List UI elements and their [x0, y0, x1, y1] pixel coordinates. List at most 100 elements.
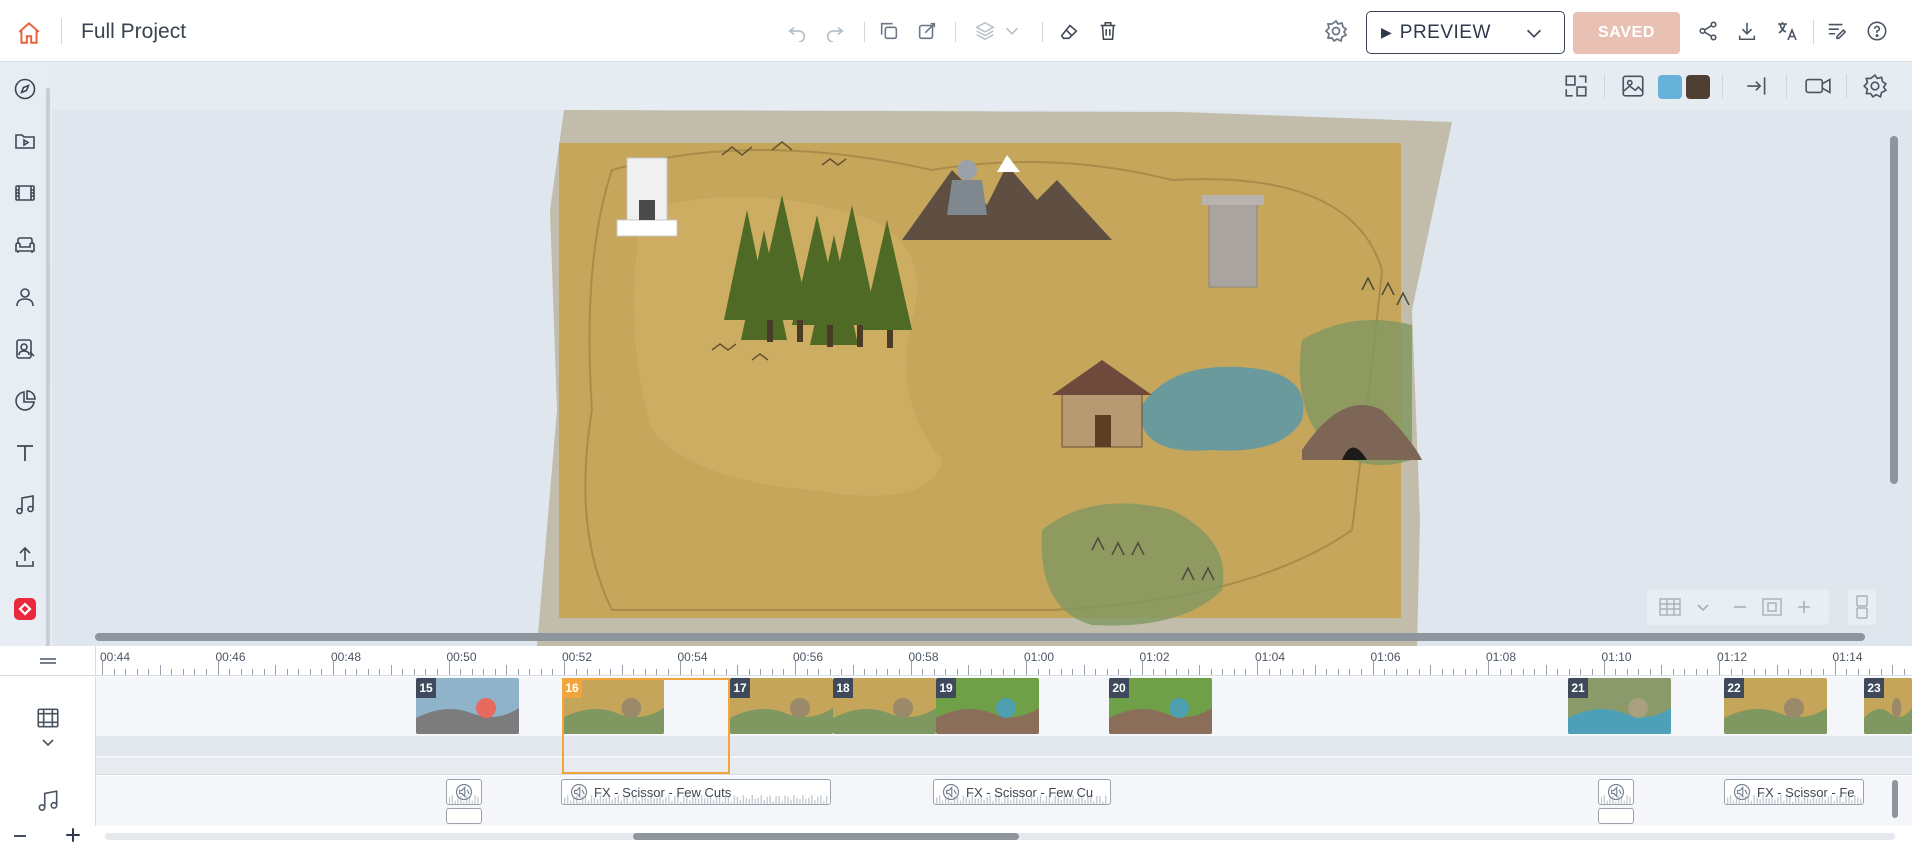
fit-screen-icon[interactable] — [1762, 598, 1782, 616]
timeline-handle[interactable] — [0, 646, 96, 676]
chevron-down-icon[interactable] — [1695, 599, 1711, 615]
ruler-tick — [1603, 661, 1605, 675]
ruler-tick — [1846, 669, 1848, 675]
mute-speaker-icon[interactable] — [570, 783, 588, 801]
canvas-settings-icon[interactable] — [1862, 73, 1888, 99]
upload-icon[interactable] — [10, 542, 40, 572]
ruler-tick — [621, 665, 623, 675]
camera-icon[interactable] — [1804, 73, 1832, 99]
ruler-tick — [795, 661, 796, 675]
mute-speaker-icon[interactable] — [455, 783, 473, 801]
ruler-tick — [737, 665, 739, 675]
settings-gear-icon[interactable] — [1324, 16, 1348, 46]
text-icon[interactable] — [10, 438, 40, 468]
zoom-out-timeline-icon[interactable] — [12, 828, 28, 844]
ruler-tick — [991, 669, 993, 675]
zoom-in-icon[interactable] — [1796, 599, 1812, 615]
video-clip[interactable]: 18 — [833, 678, 936, 734]
redo-icon[interactable] — [824, 16, 846, 46]
audio-clip[interactable]: FX - Scissor - Few Cu — [933, 779, 1111, 805]
saved-button[interactable]: SAVED — [1573, 12, 1680, 54]
zoom-out-icon[interactable] — [1732, 599, 1748, 615]
ruler-tick — [1141, 661, 1143, 675]
image-icon[interactable] — [1620, 73, 1646, 99]
audio-clip[interactable] — [1598, 779, 1634, 805]
ruler-tick — [1672, 669, 1674, 675]
grid-icon[interactable] — [1659, 598, 1681, 616]
primary-color-swatch[interactable] — [1658, 75, 1682, 99]
chevron-down-icon[interactable] — [1003, 16, 1021, 46]
brand-app-icon[interactable] — [10, 594, 40, 624]
ruler-tick — [1488, 661, 1489, 675]
ruler-time-label: 01:00 — [1024, 650, 1055, 664]
mute-speaker-icon[interactable] — [1733, 783, 1751, 801]
ruler-time-label: 01:08 — [1486, 650, 1517, 664]
audio-clip-secondary[interactable] — [446, 808, 482, 824]
chevron-down-icon[interactable] — [40, 737, 56, 749]
character-icon[interactable] — [10, 282, 40, 312]
mute-speaker-icon[interactable] — [1607, 783, 1625, 801]
video-clip[interactable]: 23 — [1864, 678, 1912, 734]
ruler-tick — [1384, 669, 1386, 675]
character-builder-icon[interactable] — [10, 334, 40, 364]
ruler-tick — [321, 669, 323, 675]
download-icon[interactable] — [1736, 16, 1758, 46]
ruler-tick — [933, 669, 935, 675]
audio-clip[interactable]: FX - Scissor - Few Cuts — [561, 779, 831, 805]
selected-clip-outline[interactable] — [562, 678, 730, 774]
time-ruler[interactable]: 00:44 00:46 00:48 00:50 00:52 00:54 00:56 00:58… — [96, 646, 1912, 676]
ruler-tick — [1534, 669, 1536, 675]
enter-icon[interactable] — [1744, 73, 1770, 99]
media-folder-icon[interactable] — [10, 126, 40, 156]
map-scene-illustration[interactable] — [52, 110, 1912, 646]
video-clip[interactable]: 19 — [936, 678, 1039, 734]
timeline-horizontal-scrollbar[interactable] — [633, 833, 1019, 840]
eraser-icon[interactable] — [1058, 16, 1080, 46]
copy-edit-icon[interactable] — [916, 16, 938, 46]
share-icon[interactable] — [1697, 16, 1719, 46]
stage-horizontal-scrollbar[interactable] — [95, 633, 1865, 641]
zoom-controls — [1647, 589, 1829, 625]
swap-icon[interactable] — [1563, 73, 1589, 99]
ruler-tick — [367, 669, 369, 675]
sidebar-scrollbar[interactable] — [46, 88, 50, 648]
stage-vertical-scrollbar[interactable] — [1890, 136, 1898, 484]
preview-dropdown-button[interactable] — [1511, 11, 1565, 54]
audio-clip[interactable]: FX - Scissor - Fe — [1724, 779, 1864, 805]
music-icon[interactable] — [10, 490, 40, 520]
duplicate-icon[interactable] — [878, 16, 900, 46]
layers-icon[interactable] — [974, 16, 996, 46]
audio-track-scrollbar[interactable] — [1892, 780, 1898, 818]
stage-canvas[interactable] — [52, 110, 1912, 646]
ruler-tick — [783, 669, 785, 675]
home-icon[interactable] — [16, 18, 42, 48]
compass-icon[interactable] — [10, 74, 40, 104]
audio-clip-secondary[interactable] — [1598, 808, 1634, 824]
audio-clip[interactable] — [446, 779, 482, 805]
project-title[interactable]: Full Project — [81, 20, 186, 44]
ruler-tick — [1476, 669, 1478, 675]
zoom-in-timeline-icon[interactable] — [64, 826, 82, 844]
translate-icon[interactable] — [1775, 16, 1799, 46]
video-clip[interactable]: 22 — [1724, 678, 1827, 734]
film-icon[interactable] — [10, 178, 40, 208]
video-clip[interactable]: 15 — [416, 678, 519, 734]
stage-side-panel-toggle[interactable] — [1848, 589, 1876, 625]
preview-button[interactable]: ▶ PREVIEW — [1366, 11, 1525, 54]
help-icon[interactable] — [1866, 16, 1888, 46]
undo-icon[interactable] — [786, 16, 808, 46]
video-clip[interactable]: 21 — [1568, 678, 1671, 734]
mute-speaker-icon[interactable] — [942, 783, 960, 801]
ruler-tick — [748, 669, 750, 675]
chart-pie-icon[interactable] — [10, 386, 40, 416]
sofa-icon[interactable] — [10, 230, 40, 260]
clip-number: 20 — [1109, 678, 1129, 698]
trash-icon[interactable] — [1097, 16, 1119, 46]
video-clip[interactable]: 17 — [730, 678, 833, 734]
notes-icon[interactable] — [1826, 16, 1848, 46]
ruler-tick — [644, 669, 646, 675]
ruler-time-label: 00:46 — [215, 650, 246, 664]
secondary-color-swatch[interactable] — [1686, 75, 1710, 99]
ruler-time-label: 01:02 — [1139, 650, 1170, 664]
video-clip[interactable]: 20 — [1109, 678, 1212, 734]
